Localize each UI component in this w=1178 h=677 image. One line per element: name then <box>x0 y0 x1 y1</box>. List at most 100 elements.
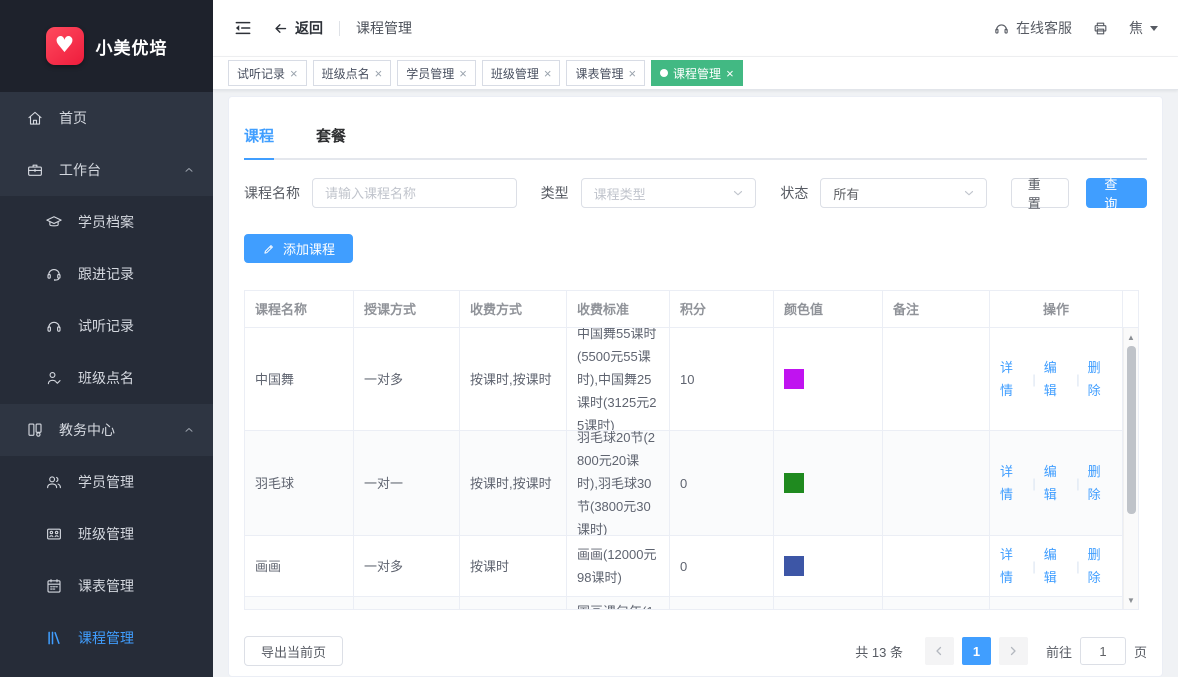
scroll-thumb[interactable] <box>1127 346 1136 514</box>
page-title: 课程管理 <box>356 18 412 38</box>
sidebar-item-class[interactable]: 班级管理 <box>0 508 213 560</box>
scroll-up-icon[interactable]: ▲ <box>1124 330 1138 344</box>
sidebar-item-label: 工作台 <box>59 160 101 180</box>
sidebar-item-workbench[interactable]: 工作台 <box>0 144 213 196</box>
color-swatch <box>784 473 804 493</box>
current-page-button[interactable]: 1 <box>962 637 991 665</box>
table-row: 画画一对多按课时画画(12000元98课时)0详情|编辑|删除 <box>245 536 1138 597</box>
close-icon[interactable]: × <box>375 67 383 80</box>
actions-cell <box>990 597 1123 610</box>
follow-up-icon <box>45 265 63 283</box>
table-cell <box>883 536 990 597</box>
topbar-right: 在线客服 焦 <box>993 18 1158 38</box>
sidebar-item-roll-call[interactable]: 班级点名 <box>0 352 213 404</box>
back-button[interactable]: 返回 <box>273 18 323 38</box>
close-icon[interactable]: × <box>628 67 636 80</box>
charge-standard-text: 中国舞55课时(5500元55课时),中国舞25课时(3125元25课时) <box>577 328 659 431</box>
caret-down-icon <box>1150 26 1158 31</box>
user-menu[interactable]: 焦 <box>1129 18 1158 38</box>
status-label: 状态 <box>780 183 808 203</box>
brand-logo-icon: ♥ <box>46 27 84 65</box>
students-icon <box>45 473 63 491</box>
sidebar-item-label: 首页 <box>59 108 87 128</box>
charge-standard-text: 羽毛球20节(2800元20课时),羽毛球30节(3800元30课时) <box>577 431 659 536</box>
table-cell: 按课时 <box>460 536 567 597</box>
table-row: 国画课包年(1 <box>245 597 1138 610</box>
sidebar-item-student-file[interactable]: 学员档案 <box>0 196 213 248</box>
tab-course[interactable]: 课程 <box>244 125 274 158</box>
close-icon[interactable]: × <box>459 67 467 80</box>
course-name-input[interactable] <box>325 186 504 201</box>
type-select-placeholder: 课程类型 <box>594 184 646 203</box>
color-value-cell <box>774 597 883 610</box>
edit-link[interactable]: 编辑 <box>1044 543 1068 589</box>
detail-link[interactable]: 详情 <box>1000 543 1024 589</box>
sidebar-item-academic[interactable]: 教务中心 <box>0 404 213 456</box>
tab-tag[interactable]: 学员管理 × <box>397 60 476 86</box>
sidebar-item-timetable[interactable]: 课表管理 <box>0 560 213 612</box>
sidebar-item-label: 跟进记录 <box>78 264 134 284</box>
color-value-cell <box>774 536 883 597</box>
status-select[interactable]: 所有 <box>820 178 986 208</box>
delete-link[interactable]: 删除 <box>1088 460 1112 506</box>
table-header-row: 课程名称授课方式收费方式收费标准积分颜色值备注操作 <box>245 291 1138 328</box>
table-cell: 按课时,按课时 <box>460 328 567 431</box>
chevron-down-icon <box>962 186 976 200</box>
tab-tag[interactable]: 班级点名× <box>313 60 392 86</box>
tab-package[interactable]: 套餐 <box>316 125 346 158</box>
online-support-button[interactable]: 在线客服 <box>993 18 1072 38</box>
charge-standard-cell: 国画课包年(1 <box>567 597 670 610</box>
type-select[interactable]: 课程类型 <box>581 178 757 208</box>
close-icon[interactable]: × <box>726 67 734 80</box>
goto-label: 前往 <box>1046 642 1072 661</box>
sidebar-menu: 首页工作台学员档案跟进记录试听记录班级点名教务中心学员管理班级管理课表管理课程管… <box>0 92 213 677</box>
next-page-button[interactable] <box>999 637 1028 665</box>
content-area: 课程 套餐 课程名称 类型 课程类型 状 <box>213 91 1178 677</box>
tab-tag[interactable]: 试听记录× <box>228 60 307 86</box>
sidebar-item-home[interactable]: 首页 <box>0 92 213 144</box>
student-file-icon <box>45 213 63 231</box>
print-button[interactable] <box>1092 20 1109 37</box>
add-course-button[interactable]: 添加课程 <box>244 234 353 263</box>
sidebar-item-follow-up[interactable]: 跟进记录 <box>0 248 213 300</box>
close-icon[interactable]: × <box>290 67 298 80</box>
table-scrollbar[interactable]: ▲ ▼ <box>1123 328 1138 609</box>
charge-standard-cell: 画画(12000元98课时) <box>567 536 670 597</box>
export-button[interactable]: 导出当前页 <box>244 636 343 666</box>
class-icon <box>45 525 63 543</box>
headset-icon <box>993 20 1010 37</box>
action-separator: | <box>1076 368 1079 391</box>
scroll-down-icon[interactable]: ▼ <box>1124 593 1138 607</box>
reset-button[interactable]: 重置 <box>1011 178 1070 208</box>
chevron-up-icon <box>183 164 195 176</box>
edit-link[interactable]: 编辑 <box>1044 356 1068 402</box>
roll-call-icon <box>45 369 63 387</box>
collapse-menu-icon[interactable] <box>233 18 253 38</box>
header-cell: 操作 <box>990 291 1123 328</box>
academic-icon <box>26 421 44 439</box>
tab-tag-label: 学员管理 <box>406 65 454 82</box>
header-cell: 收费标准 <box>567 291 670 328</box>
prev-page-button[interactable] <box>925 637 954 665</box>
delete-link[interactable]: 删除 <box>1088 543 1112 589</box>
sidebar-item-courses[interactable]: 课程管理 <box>0 612 213 664</box>
course-table: 课程名称授课方式收费方式收费标准积分颜色值备注操作 中国舞一对多按课时,按课时中… <box>244 290 1139 610</box>
sidebar-item-students[interactable]: 学员管理 <box>0 456 213 508</box>
home-icon <box>26 109 44 127</box>
search-button[interactable]: 查询 <box>1086 178 1147 208</box>
sidebar-logo: ♥ 小美优培 <box>0 0 213 92</box>
goto-page-input[interactable] <box>1080 637 1126 665</box>
tab-tag[interactable]: 班级管理× <box>482 60 561 86</box>
edit-link[interactable]: 编辑 <box>1044 460 1068 506</box>
detail-link[interactable]: 详情 <box>1000 460 1024 506</box>
table-cell <box>883 597 990 610</box>
tab-tag[interactable]: 课表管理× <box>566 60 645 86</box>
delete-link[interactable]: 删除 <box>1088 356 1112 402</box>
arrow-left-icon <box>273 21 288 36</box>
close-icon[interactable]: × <box>544 67 552 80</box>
sidebar-item-audition[interactable]: 试听记录 <box>0 300 213 352</box>
detail-link[interactable]: 详情 <box>1000 356 1024 402</box>
tab-tag[interactable]: 课程管理× <box>651 60 743 86</box>
sidebar-item-fees[interactable]: 收费管理 <box>0 664 213 677</box>
header-cell: 积分 <box>670 291 774 328</box>
